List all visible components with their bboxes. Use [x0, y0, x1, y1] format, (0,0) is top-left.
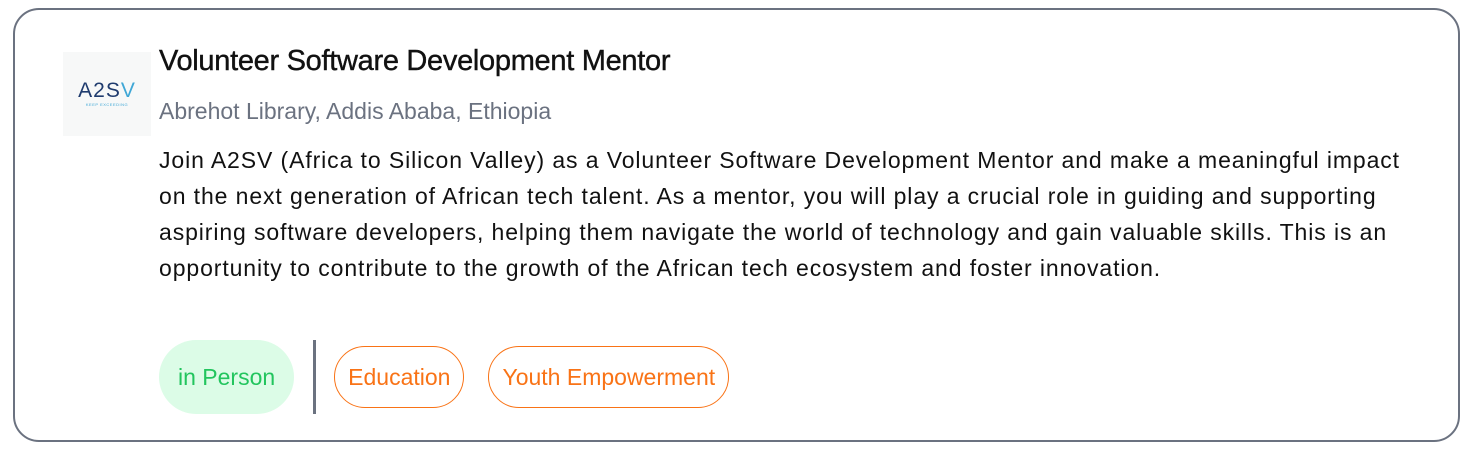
tag-divider — [313, 340, 317, 414]
logo-text-light: V — [120, 79, 136, 102]
logo-tagline: KEEP EXCEEDING — [85, 102, 129, 107]
logo-mark: A2SV — [78, 79, 136, 102]
opportunity-title: Volunteer Software Development Mentor — [159, 45, 671, 77]
organization-logo: A2SV KEEP EXCEEDING — [63, 52, 151, 136]
opportunity-location: Abrehot Library, Addis Ababa, Ethiopia — [159, 98, 552, 124]
logo-text-dark: A2S — [78, 79, 121, 102]
category-tag-education: Education — [334, 346, 465, 408]
mode-badge: in Person — [159, 340, 295, 414]
category-tag-youth-empowerment: Youth Empowerment — [488, 346, 730, 408]
opportunity-description: Join A2SV (Africa to Silicon Valley) as … — [159, 147, 1400, 281]
tag-row: in Person Education Youth Empowerment — [159, 340, 753, 414]
